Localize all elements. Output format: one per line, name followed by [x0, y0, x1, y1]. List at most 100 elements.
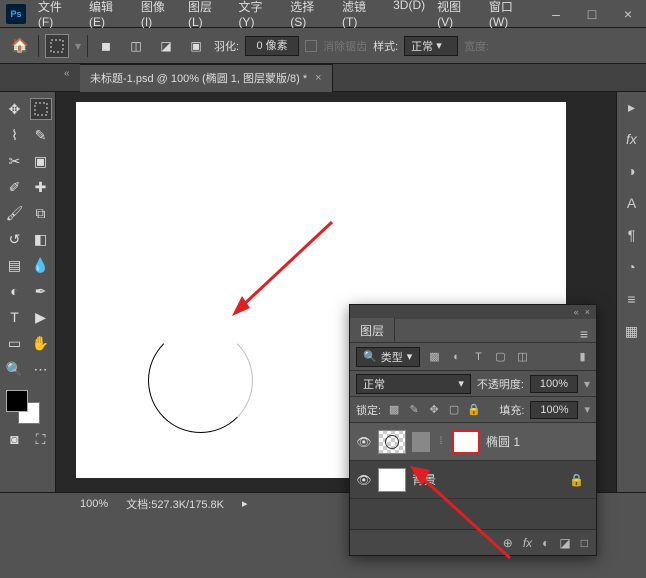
- tab-toggle-icon[interactable]: «: [64, 68, 70, 79]
- layer-fx-icon[interactable]: fx: [523, 536, 532, 550]
- menu-filter[interactable]: 滤镜(T): [336, 0, 387, 29]
- layer-mask-icon[interactable]: ◐: [542, 536, 549, 550]
- doc-size[interactable]: 文档:527.3K/175.8K: [126, 496, 224, 512]
- stamp-tool-icon[interactable]: ⧉: [30, 202, 52, 224]
- menu-file[interactable]: 文件(F): [32, 0, 83, 29]
- patch-tool-icon[interactable]: ✚: [30, 176, 52, 198]
- adjustment-layer-icon[interactable]: ◪: [559, 536, 570, 550]
- layer-filter-select[interactable]: 🔍 类型 ▾: [356, 347, 420, 367]
- link-layers-icon[interactable]: ⊕: [503, 536, 513, 550]
- zoom-tool-icon[interactable]: 🔍: [4, 358, 26, 380]
- style-select[interactable]: 正常 ▾: [404, 36, 458, 56]
- hand-tool-icon[interactable]: ✋: [30, 332, 52, 354]
- selection-intersect-icon[interactable]: ▣: [184, 34, 208, 58]
- filter-toggle-icon[interactable]: ▮: [575, 349, 590, 364]
- visibility-icon[interactable]: 👁: [356, 472, 372, 488]
- gradient-tool-icon[interactable]: ▤: [4, 254, 26, 276]
- character-panel-icon[interactable]: A: [621, 192, 643, 214]
- path-select-tool-icon[interactable]: ▶: [30, 306, 52, 328]
- blur-tool-icon[interactable]: 💧: [30, 254, 52, 276]
- fg-color-swatch[interactable]: [6, 390, 28, 412]
- layer-list: 👁 ⁞ 椭圆 1 👁 背景 🔒: [350, 423, 596, 529]
- vector-mask-thumbnail[interactable]: [412, 432, 430, 452]
- menu-edit[interactable]: 编辑(E): [83, 0, 135, 29]
- close-icon[interactable]: ×: [315, 72, 321, 84]
- layer-thumbnail[interactable]: [378, 468, 406, 492]
- crop-tool-icon[interactable]: ✂: [4, 150, 26, 172]
- history-brush-icon[interactable]: ↺: [4, 228, 26, 250]
- menu-type[interactable]: 文字(Y): [232, 0, 284, 29]
- swatches-panel-icon[interactable]: ▦: [621, 320, 643, 342]
- filter-pixel-icon[interactable]: ▩: [427, 349, 442, 364]
- lock-transparent-icon[interactable]: ▩: [387, 403, 401, 417]
- screenmode-icon[interactable]: ⛶: [30, 428, 52, 450]
- status-chevron-icon[interactable]: ▸: [242, 497, 248, 510]
- visibility-icon[interactable]: 👁: [356, 434, 372, 450]
- panel-menu-icon[interactable]: ≡: [572, 326, 596, 342]
- layer-name[interactable]: 椭圆 1: [486, 433, 520, 450]
- selection-subtract-icon[interactable]: ◪: [154, 34, 178, 58]
- paragraph-panel-icon[interactable]: ¶: [621, 224, 643, 246]
- color-panel-icon[interactable]: ◑: [621, 160, 643, 182]
- app-logo: Ps: [6, 4, 26, 24]
- menu-view[interactable]: 视图(V): [431, 0, 483, 29]
- document-tab[interactable]: 未标题-1.psd @ 100% (椭圆 1, 图层蒙版/8) * ×: [80, 64, 333, 92]
- shape-tool-icon[interactable]: ▭: [4, 332, 26, 354]
- pen-tool-icon[interactable]: ✒: [30, 280, 52, 302]
- filter-smart-icon[interactable]: ◫: [515, 349, 530, 364]
- brush-tool-icon[interactable]: 🖌: [4, 202, 26, 224]
- home-icon[interactable]: 🏠: [8, 34, 32, 58]
- layers-panel-tab[interactable]: 图层: [350, 318, 395, 342]
- measurement-panel-icon[interactable]: ≡: [621, 288, 643, 310]
- menu-layer[interactable]: 图层(L): [182, 0, 232, 29]
- group-icon[interactable]: □: [581, 536, 588, 550]
- lock-all-icon[interactable]: 🔒: [467, 403, 481, 417]
- eraser-tool-icon[interactable]: ◧: [30, 228, 52, 250]
- quick-select-tool-icon[interactable]: ✎: [30, 124, 52, 146]
- window-close[interactable]: ×: [610, 2, 646, 26]
- style-label: 样式:: [373, 38, 398, 54]
- marquee-tool-icon[interactable]: [45, 34, 69, 58]
- filter-adjust-icon[interactable]: ◐: [449, 349, 464, 364]
- lasso-tool-icon[interactable]: ⌇: [4, 124, 26, 146]
- lock-image-icon[interactable]: ✎: [407, 403, 421, 417]
- lock-position-icon[interactable]: ✥: [427, 403, 441, 417]
- zoom-level[interactable]: 100%: [80, 498, 108, 510]
- antialias-checkbox[interactable]: [305, 40, 317, 52]
- window-maximize[interactable]: □: [574, 2, 610, 26]
- selection-new-icon[interactable]: ◼: [94, 34, 118, 58]
- menu-3d[interactable]: 3D(D): [387, 0, 431, 29]
- lock-artboard-icon[interactable]: ▢: [447, 403, 461, 417]
- marquee-tool-icon[interactable]: [30, 98, 52, 120]
- opacity-input[interactable]: 100%: [530, 375, 578, 393]
- lock-icon: 🔒: [569, 473, 584, 487]
- menu-window[interactable]: 窗口(W): [483, 0, 538, 29]
- quickmask-icon[interactable]: ◙: [4, 428, 26, 450]
- window-minimize[interactable]: –: [538, 2, 574, 26]
- move-tool-icon[interactable]: ✥: [4, 98, 26, 120]
- panel-close-icon[interactable]: ×: [585, 307, 590, 317]
- layer-thumbnail[interactable]: [378, 430, 406, 454]
- filter-type-icon[interactable]: T: [471, 349, 486, 364]
- edit-toolbar-icon[interactable]: ⋯: [30, 358, 52, 380]
- type-tool-icon[interactable]: T: [4, 306, 26, 328]
- feather-input[interactable]: 0 像素: [245, 36, 299, 56]
- layer-row[interactable]: 👁 背景 🔒: [350, 461, 596, 499]
- dock-collapse-icon[interactable]: ▸: [621, 96, 643, 118]
- clock-panel-icon[interactable]: ◔: [621, 256, 643, 278]
- frame-tool-icon[interactable]: ▣: [30, 150, 52, 172]
- filter-shape-icon[interactable]: ▢: [493, 349, 508, 364]
- menu-select[interactable]: 选择(S): [284, 0, 336, 29]
- selection-add-icon[interactable]: ◫: [124, 34, 148, 58]
- styles-panel-icon[interactable]: fx: [621, 128, 643, 150]
- layer-mask-thumbnail[interactable]: [452, 430, 480, 454]
- layer-name[interactable]: 背景: [412, 471, 436, 488]
- menu-image[interactable]: 图像(I): [135, 0, 182, 29]
- fill-input[interactable]: 100%: [530, 401, 578, 419]
- dodge-tool-icon[interactable]: ◐: [4, 280, 26, 302]
- panel-collapse-icon[interactable]: «: [574, 307, 579, 317]
- blend-mode-select[interactable]: 正常▾: [356, 374, 471, 394]
- layer-row[interactable]: 👁 ⁞ 椭圆 1: [350, 423, 596, 461]
- color-swatches[interactable]: [4, 388, 52, 424]
- eyedropper-tool-icon[interactable]: ✐: [4, 176, 26, 198]
